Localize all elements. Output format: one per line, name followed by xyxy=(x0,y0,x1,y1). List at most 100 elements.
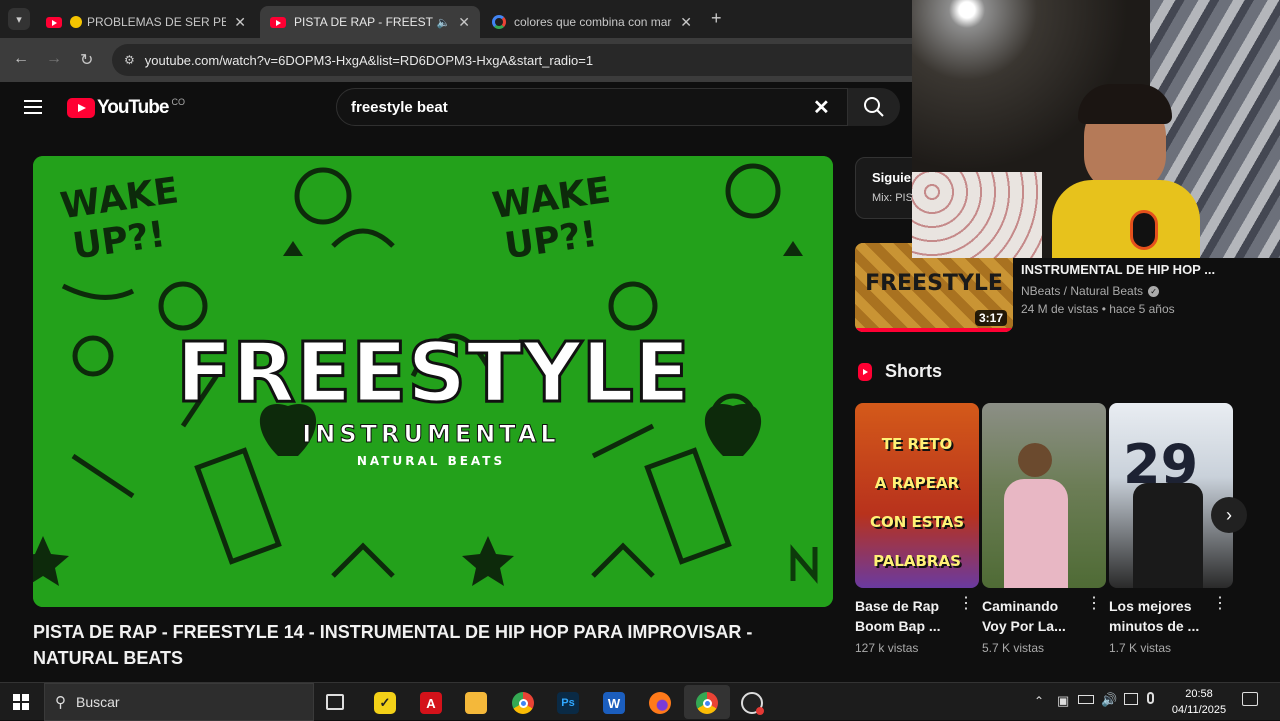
more-options-icon[interactable]: ⋮ xyxy=(958,596,974,612)
webcam-overlay xyxy=(912,0,1280,258)
tray-app-icon[interactable]: ▣ xyxy=(1057,693,1069,709)
shorts-heading-text: Shorts xyxy=(885,361,943,381)
tab-search-chevron-icon[interactable]: ▾ xyxy=(8,8,30,30)
short-person-figure xyxy=(1133,483,1203,588)
hamburger-menu-icon[interactable] xyxy=(24,100,42,114)
tab-title: PROBLEMAS DE SER PEQUE xyxy=(87,15,227,29)
google-favicon-icon xyxy=(492,15,506,29)
address-bar: ← → ↻ ⚙ youtube.com/watch?v=6DOPM3-HxgA&… xyxy=(0,38,912,82)
short-views: 1.7 K vistas xyxy=(1109,641,1172,655)
obs-icon[interactable] xyxy=(741,692,764,715)
verified-icon: ✓ xyxy=(1148,285,1160,297)
short-title[interactable]: Los mejores minutos de ... xyxy=(1109,596,1205,636)
taskbar-search-placeholder: Buscar xyxy=(76,694,120,710)
recommended-video-title[interactable]: INSTRUMENTAL DE HIP HOP ... xyxy=(1021,262,1215,277)
video-player[interactable]: WAKE UP?! WAKE UP?! FREESTYLE INSTRUMENT… xyxy=(33,156,833,607)
close-tab-icon[interactable]: ✕ xyxy=(458,14,470,31)
shorts-card[interactable]: 29 xyxy=(1109,403,1233,588)
windows-taskbar: ⚲ Buscar ✓ A Ps W ⌃ ▣ 🔊 20:58 04/11/2025 xyxy=(0,682,1280,721)
tab-colores[interactable]: colores que combina con marr ✕ xyxy=(482,6,702,38)
battery-icon[interactable] xyxy=(1078,695,1094,704)
shorts-next-button[interactable]: › xyxy=(1211,497,1247,533)
shorts-heading: Shorts xyxy=(858,361,942,382)
clock-date: 04/11/2025 xyxy=(1171,704,1227,716)
emoji-icon xyxy=(70,16,82,28)
short-thumb-line: PALABRAS xyxy=(873,552,961,570)
forward-arrow-icon[interactable]: → xyxy=(46,50,62,68)
close-tab-icon[interactable]: ✕ xyxy=(680,14,692,31)
chrome-icon[interactable] xyxy=(696,692,718,714)
file-explorer-icon[interactable] xyxy=(465,692,487,714)
thumbnail-brand-text: NATURAL BEATS xyxy=(357,454,505,468)
youtube-play-logo-icon xyxy=(67,98,95,118)
search-icon: ⚲ xyxy=(55,694,66,711)
microphone-tray-icon[interactable] xyxy=(1147,692,1154,704)
tab-pista-de-rap[interactable]: PISTA DE RAP - FREESTYLE 🔈 ✕ xyxy=(260,6,480,38)
youtube-header: YouTube CO freestyle beat ✕ xyxy=(0,82,912,134)
search-button[interactable] xyxy=(848,88,900,126)
bed-sheet-area xyxy=(912,172,1042,258)
shorts-card[interactable]: TE RETO A RAPEAR CON ESTAS PALABRAS xyxy=(855,403,979,588)
short-person-figure xyxy=(1018,443,1052,477)
url-text: youtube.com/watch?v=6DOPM3-HxgA&list=RD6… xyxy=(144,52,594,68)
clock-time: 20:58 xyxy=(1185,688,1213,700)
back-arrow-icon[interactable]: ← xyxy=(13,50,29,68)
search-input[interactable]: freestyle beat ✕ xyxy=(336,88,848,126)
youtube-logo-text: YouTube xyxy=(97,97,169,118)
taskbar-search-input[interactable]: ⚲ Buscar xyxy=(44,683,314,721)
country-code: CO xyxy=(171,97,185,107)
short-thumb-line: TE RETO xyxy=(881,435,953,453)
more-options-icon[interactable]: ⋮ xyxy=(1212,596,1228,612)
youtube-favicon-icon xyxy=(46,16,62,28)
youtube-favicon-icon xyxy=(270,16,286,28)
reload-icon[interactable]: ↻ xyxy=(80,50,93,70)
short-thumb-line: CON ESTAS xyxy=(869,513,965,531)
thumbnail-subtitle-text: INSTRUMENTAL xyxy=(302,420,559,448)
shorts-logo-icon xyxy=(858,362,872,381)
browser-tab-bar: ▾ PROBLEMAS DE SER PEQUE ✕ PISTA DE RAP … xyxy=(0,0,912,38)
youtube-logo[interactable]: YouTube CO xyxy=(67,97,185,119)
duration-badge: 3:17 xyxy=(974,310,1007,326)
close-tab-icon[interactable]: ✕ xyxy=(234,14,246,31)
short-views: 5.7 K vistas xyxy=(982,641,1045,655)
volume-icon[interactable]: 🔊 xyxy=(1101,692,1117,708)
site-settings-icon[interactable]: ⚙ xyxy=(124,53,135,67)
clock[interactable]: 20:58 04/11/2025 xyxy=(1166,686,1232,718)
short-thumb-line: A RAPEAR xyxy=(874,474,960,492)
tray-chevron-icon[interactable]: ⌃ xyxy=(1034,694,1044,708)
url-omnibox[interactable]: ⚙ youtube.com/watch?v=6DOPM3-HxgA&list=R… xyxy=(112,44,912,76)
recommended-meta: 24 M de vistas • hace 5 años xyxy=(1021,302,1175,316)
photoshop-icon[interactable]: Ps xyxy=(557,692,579,714)
network-icon[interactable] xyxy=(1124,693,1138,705)
microphone-icon xyxy=(1130,210,1158,250)
new-tab-plus-icon[interactable]: + xyxy=(711,8,722,29)
acrobat-icon[interactable]: A xyxy=(420,692,442,714)
notification-icon[interactable] xyxy=(1242,692,1258,706)
short-title[interactable]: Caminando Voy Por La... xyxy=(982,596,1078,636)
thumbnail-title-text: FREESTYLE xyxy=(176,326,690,421)
chrome-icon[interactable] xyxy=(512,692,534,714)
channel-name: NBeats / Natural Beats xyxy=(1021,284,1144,298)
recommended-thumb-text: FREESTYLE xyxy=(865,271,1003,296)
firefox-icon[interactable] xyxy=(649,692,671,714)
search-icon xyxy=(864,97,884,117)
video-thumbnail-art: WAKE UP?! WAKE UP?! FREESTYLE INSTRUMENT… xyxy=(33,156,833,607)
short-person-figure xyxy=(1004,479,1068,588)
person-hair xyxy=(1078,84,1172,124)
windows-start-icon[interactable] xyxy=(13,694,29,710)
video-title: PISTA DE RAP - FREESTYLE 14 - INSTRUMENT… xyxy=(33,622,753,668)
tab-title: PISTA DE RAP - FREESTYLE xyxy=(294,15,433,29)
shorts-card[interactable] xyxy=(982,403,1106,588)
tab-title: colores que combina con marr xyxy=(514,15,673,29)
clear-search-icon[interactable]: ✕ xyxy=(813,95,830,120)
todo-app-icon[interactable]: ✓ xyxy=(374,692,396,714)
more-options-icon[interactable]: ⋮ xyxy=(1086,596,1102,612)
short-title[interactable]: Base de Rap Boom Bap ... xyxy=(855,596,951,636)
speaker-icon[interactable]: 🔈 xyxy=(437,16,451,29)
word-icon[interactable]: W xyxy=(603,692,625,714)
search-query-text: freestyle beat xyxy=(351,98,448,116)
tab-problemas[interactable]: PROBLEMAS DE SER PEQUE ✕ xyxy=(36,6,256,38)
recommended-channel[interactable]: NBeats / Natural Beats ✓ xyxy=(1021,284,1160,298)
person-shirt xyxy=(1052,180,1200,258)
task-view-icon[interactable] xyxy=(326,694,344,710)
